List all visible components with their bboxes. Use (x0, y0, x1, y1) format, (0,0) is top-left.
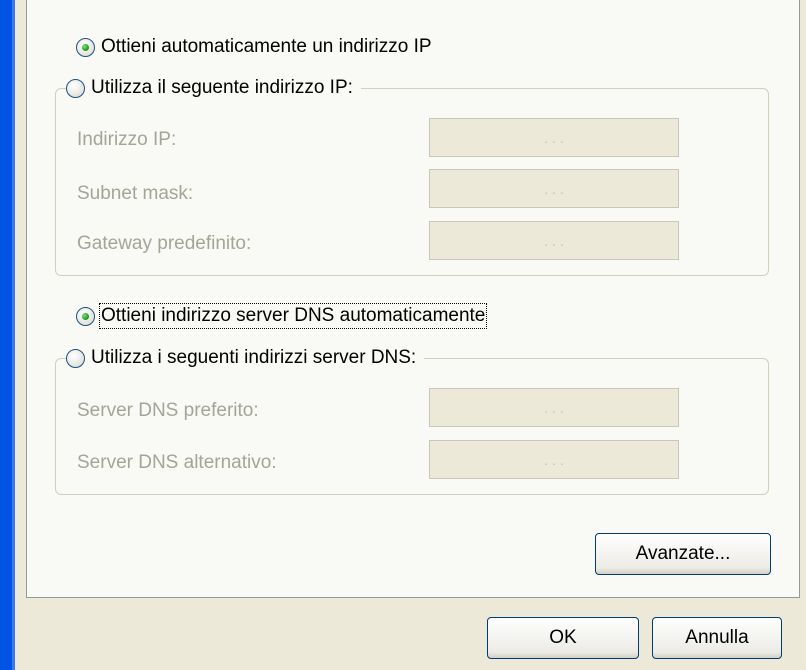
preferred-dns-input[interactable]: . . . (429, 388, 679, 427)
radio-label: Ottieni indirizzo server DNS automaticam… (98, 303, 488, 329)
radio-unchecked-icon (66, 348, 85, 368)
radio-checked-icon (76, 306, 95, 326)
alternate-dns-input[interactable]: . . . (429, 440, 679, 479)
default-gateway-value: . . . (544, 232, 564, 249)
ok-button[interactable]: OK (487, 617, 639, 659)
window-frame-left (0, 0, 12, 670)
default-gateway-input[interactable]: . . . (429, 221, 679, 260)
ip-address-value: . . . (544, 129, 564, 146)
radio-label: Utilizza il seguente indirizzo IP: (91, 77, 353, 98)
radio-label: Utilizza i seguenti indirizzi server DNS… (91, 347, 417, 368)
advanced-button[interactable]: Avanzate... (595, 533, 771, 575)
radio-use-following-dns[interactable]: Utilizza i seguenti indirizzi server DNS… (66, 347, 425, 369)
radio-obtain-dns-auto[interactable]: Ottieni indirizzo server DNS automaticam… (76, 303, 494, 329)
radio-unchecked-icon (66, 78, 85, 98)
radio-checked-icon (76, 37, 95, 57)
radio-obtain-ip-auto[interactable]: Ottieni automaticamente un indirizzo IP (76, 36, 440, 58)
radio-use-following-ip[interactable]: Utilizza il seguente indirizzo IP: (66, 77, 361, 99)
preferred-dns-label: Server DNS preferito: (77, 400, 259, 421)
subnet-mask-value: . . . (544, 180, 564, 197)
alternate-dns-value: . . . (544, 451, 564, 468)
window-frame-left-highlight (12, 0, 15, 670)
subnet-mask-label: Subnet mask: (77, 183, 194, 204)
default-gateway-label: Gateway predefinito: (77, 233, 252, 254)
radio-label: Ottieni automaticamente un indirizzo IP (101, 36, 432, 57)
alternate-dns-label: Server DNS alternativo: (77, 452, 277, 473)
subnet-mask-input[interactable]: . . . (429, 169, 679, 208)
cancel-button[interactable]: Annulla (652, 617, 782, 659)
ip-address-label: Indirizzo IP: (77, 129, 177, 150)
preferred-dns-value: . . . (544, 399, 564, 416)
ip-address-input[interactable]: . . . (429, 118, 679, 157)
